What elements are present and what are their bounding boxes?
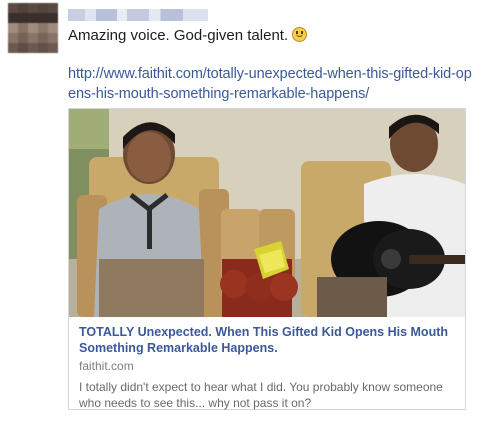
link-preview-card[interactable]: TOTALLY Unexpected. When This Gifted Kid… [68, 108, 466, 410]
thumbnail-image [69, 109, 465, 317]
link-preview-body: TOTALLY Unexpected. When This Gifted Kid… [79, 324, 459, 411]
link-preview-description: I totally didn't expect to hear what I d… [79, 380, 443, 410]
author-avatar[interactable] [8, 3, 58, 53]
post-message-text: Amazing voice. God-given talent. [68, 27, 289, 44]
author-name-blurred[interactable] [68, 9, 208, 21]
post-message: Amazing voice. God-given talent. [68, 27, 308, 44]
link-preview-domain: faithit.com [79, 359, 134, 373]
post-link[interactable]: http://www.faithit.com/totally-unexpecte… [68, 64, 473, 104]
link-preview-title[interactable]: TOTALLY Unexpected. When This Gifted Kid… [79, 324, 459, 356]
video-thumbnail[interactable] [69, 109, 465, 317]
smiley-emoticon-icon [292, 27, 308, 42]
